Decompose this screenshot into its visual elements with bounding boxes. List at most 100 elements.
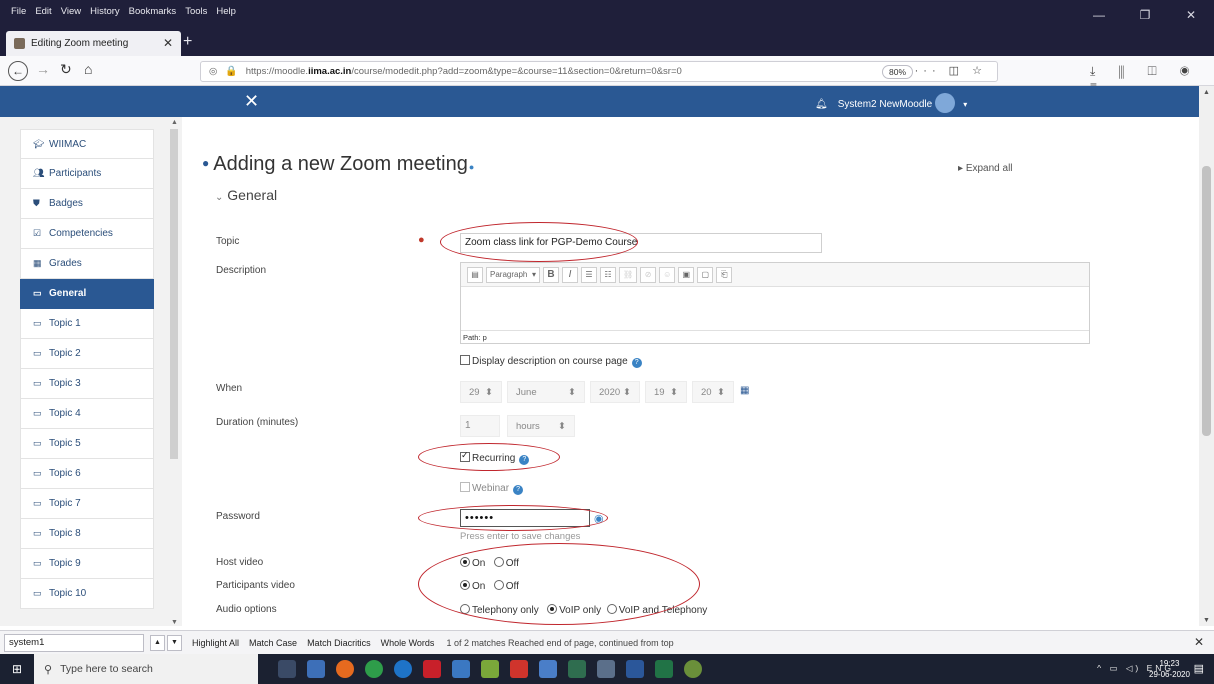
paint-icon[interactable]	[684, 660, 702, 678]
menu-history[interactable]: History	[90, 6, 120, 17]
recurring-checkbox[interactable]	[460, 450, 470, 462]
acrobat-icon[interactable]	[423, 660, 441, 678]
find-input[interactable]: system1	[4, 633, 144, 652]
find-next-button[interactable]: ▼	[167, 634, 182, 651]
webinar-checkbox[interactable]	[460, 482, 470, 492]
chrome-icon[interactable]	[365, 660, 383, 678]
audio-telephony-radio[interactable]	[460, 604, 470, 614]
home-icon[interactable]: ⌂	[84, 61, 92, 77]
taskbar-clock[interactable]: 19:23 29-06-2020	[1149, 658, 1190, 680]
participants-video-on-radio[interactable]	[460, 580, 470, 590]
paragraph-select[interactable]: Paragraph ▾	[486, 266, 540, 283]
scroll-up-icon[interactable]: ▲	[1203, 89, 1210, 96]
task-view-icon[interactable]	[278, 660, 296, 678]
bold-button[interactable]: B	[543, 266, 559, 283]
sidebar-item-badges[interactable]: ⛊ Badges	[20, 189, 154, 219]
unordered-list-icon[interactable]: ☰	[581, 266, 597, 283]
calendar-icon[interactable]: ▦	[740, 385, 749, 396]
sidebar-item-participants[interactable]: 👥︎ Participants	[20, 159, 154, 189]
host-video-off-radio[interactable]	[493, 557, 504, 567]
sidebar-item-wiimac[interactable]: 🎓︎ WIIMAC	[20, 129, 154, 159]
sidebar-item-topic-10[interactable]: ▭ Topic 10	[20, 579, 154, 609]
new-tab-plus-icon[interactable]: +	[183, 33, 192, 51]
image-viewer-icon[interactable]	[481, 660, 499, 678]
section-general-header[interactable]: ⌄ General	[215, 187, 277, 203]
menu-view[interactable]: View	[61, 6, 81, 17]
display-description-row[interactable]: Display description on course page?	[460, 355, 642, 368]
sidebar-item-topic-8[interactable]: ▭ Topic 8	[20, 519, 154, 549]
whole-words-option[interactable]: Whole Words	[381, 638, 435, 648]
image-icon[interactable]: ▣	[678, 266, 695, 283]
ordered-list-icon[interactable]: ☷	[600, 266, 616, 283]
webinar-row[interactable]: Webinar?	[460, 482, 524, 495]
year-select[interactable]: 2020 ⬍	[590, 381, 640, 403]
find-close-icon[interactable]: ✕	[1194, 635, 1204, 649]
minute-select[interactable]: 20 ⬍	[692, 381, 734, 403]
edge-icon[interactable]	[394, 660, 412, 678]
month-select[interactable]: June ⬍	[507, 381, 585, 403]
scroll-down-icon[interactable]: ▼	[1203, 617, 1210, 624]
help-icon[interactable]: ?	[631, 358, 642, 368]
link-icon[interactable]: ⛓	[619, 266, 638, 283]
italic-button[interactable]: I	[562, 266, 578, 283]
excel-icon[interactable]	[655, 660, 673, 678]
match-diacritics-option[interactable]: Match Diacritics	[307, 638, 371, 648]
calculator-icon[interactable]	[568, 660, 586, 678]
tab-close-icon[interactable]: ✕	[163, 36, 173, 50]
store-icon[interactable]	[597, 660, 615, 678]
word-icon[interactable]	[626, 660, 644, 678]
app-icon[interactable]	[539, 660, 557, 678]
file-explorer-icon[interactable]	[307, 660, 325, 678]
sidebar-item-topic-1[interactable]: ▭ Topic 1	[20, 309, 154, 339]
unlink-icon[interactable]: ⊘	[640, 266, 657, 283]
match-case-option[interactable]: Match Case	[249, 638, 297, 648]
topic-input[interactable]: Zoom class link for PGP-Demo Course	[460, 233, 822, 253]
audio-both-radio[interactable]	[606, 604, 617, 614]
help-icon[interactable]: ●	[469, 162, 474, 172]
sidebar-item-topic-6[interactable]: ▭ Topic 6	[20, 459, 154, 489]
media-icon[interactable]: ▢	[697, 266, 714, 283]
sidebar-item-general[interactable]: ▭ General	[20, 279, 154, 309]
sidebar-item-topic-3[interactable]: ▭ Topic 3	[20, 369, 154, 399]
duration-unit-select[interactable]: hours ⬍	[507, 415, 575, 437]
toolbar-toggle-icon[interactable]: ▤	[467, 266, 483, 283]
duration-input[interactable]: 1	[460, 415, 500, 437]
recurring-row[interactable]: Recurring?	[460, 450, 530, 465]
sidebar-item-topic-2[interactable]: ▭ Topic 2	[20, 339, 154, 369]
forward-arrow-icon[interactable]: →	[36, 61, 50, 77]
notification-center-icon[interactable]: ▤	[1194, 662, 1204, 675]
close-drawer-icon[interactable]: ✕	[244, 91, 259, 112]
password-input[interactable]: ••••••	[460, 509, 590, 527]
hour-select[interactable]: 19 ⬍	[645, 381, 687, 403]
file-icon[interactable]: ⎗	[716, 266, 733, 283]
audio-voip-radio[interactable]	[547, 604, 558, 614]
sidebar-item-grades[interactable]: ▦ Grades	[20, 249, 154, 279]
participants-video-off-radio[interactable]	[493, 580, 504, 590]
page-actions-icons[interactable]: ··· ◫ ☆	[915, 64, 987, 77]
sidebar-item-topic-9[interactable]: ▭ Topic 9	[20, 549, 154, 579]
find-previous-button[interactable]: ▲	[150, 634, 165, 651]
scroll-down-icon[interactable]: ▼	[171, 619, 178, 626]
tracking-shield-icon[interactable]: ◎	[209, 66, 217, 77]
day-select[interactable]: 29 ⬍	[460, 381, 502, 403]
highlight-all-option[interactable]: Highlight All	[192, 638, 239, 648]
sidebar-scrollbar[interactable]: ▲ ▼	[168, 117, 180, 626]
scroll-up-icon[interactable]: ▲	[171, 119, 178, 126]
zoom-level-badge[interactable]: 80%	[881, 65, 913, 79]
reload-icon[interactable]: ↻	[60, 61, 72, 78]
url-bar[interactable]: ◎ 🔒 https://moodle. iima.ac.in/course/mod…	[200, 61, 998, 82]
notification-bell-icon[interactable]: 🔔︎	[815, 99, 828, 110]
page-scroll-thumb[interactable]	[1202, 166, 1211, 436]
help-icon[interactable]: ?	[513, 485, 524, 495]
caret-down-icon[interactable]: ▾	[963, 100, 967, 109]
firefox-icon[interactable]	[336, 660, 354, 678]
menu-file[interactable]: File	[11, 6, 26, 17]
avatar[interactable]	[935, 93, 956, 113]
window-close-button[interactable]: ✕	[1168, 0, 1214, 30]
back-arrow-icon[interactable]: ←	[8, 61, 28, 81]
page-scrollbar[interactable]: ▲ ▼	[1199, 86, 1214, 626]
sidebar-scroll-thumb[interactable]	[170, 129, 178, 459]
media-app-icon[interactable]	[510, 660, 528, 678]
maximize-button[interactable]: ❐	[1122, 0, 1168, 30]
host-video-on-radio[interactable]	[460, 557, 470, 567]
